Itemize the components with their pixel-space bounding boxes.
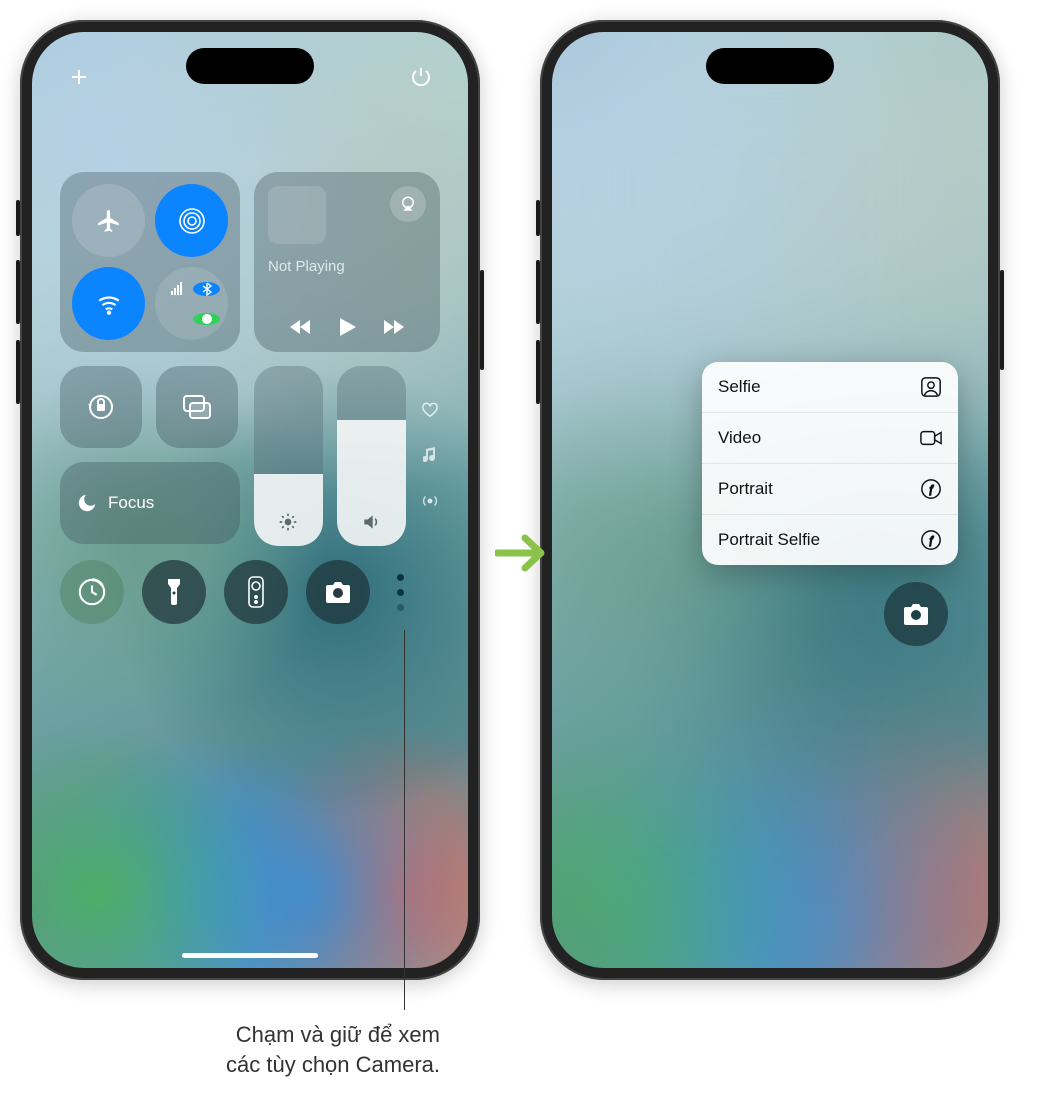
remote-button[interactable]: [224, 560, 288, 624]
connectivity-more[interactable]: [155, 267, 228, 340]
phone-left: Not Playing: [20, 20, 480, 980]
airplane-mode-toggle[interactable]: [72, 184, 145, 257]
media-artwork: [268, 186, 326, 244]
add-control-button[interactable]: [62, 60, 96, 94]
cellular-icon: [163, 282, 190, 296]
wifi-toggle[interactable]: [72, 267, 145, 340]
focus-button[interactable]: Focus: [60, 462, 240, 544]
media-panel[interactable]: Not Playing: [254, 172, 440, 352]
connectivity-panel[interactable]: [60, 172, 240, 352]
aperture-icon: f: [920, 529, 942, 551]
forward-button[interactable]: [382, 317, 406, 337]
menu-item-video[interactable]: Video: [702, 413, 958, 464]
camera-button-active[interactable]: [884, 582, 948, 646]
speaker-icon: [361, 512, 381, 532]
screen-mirroring-button[interactable]: [156, 366, 238, 448]
now-playing-label: Not Playing: [268, 258, 426, 275]
camera-context-menu: Selfie Video Portrait f: [702, 362, 958, 565]
menu-item-selfie[interactable]: Selfie: [702, 362, 958, 413]
hotspot-icon[interactable]: [421, 492, 439, 510]
heart-icon[interactable]: [421, 402, 439, 418]
power-button[interactable]: [404, 60, 438, 94]
arrow-icon: [495, 530, 551, 576]
dynamic-island: [706, 48, 834, 84]
phone-right: Selfie Video Portrait f: [540, 20, 1000, 980]
caption-text: Chạm và giữ để xem các tùy chọn Camera.: [80, 1020, 440, 1079]
menu-item-portrait[interactable]: Portrait f: [702, 464, 958, 515]
flashlight-button[interactable]: [142, 560, 206, 624]
focus-label: Focus: [108, 493, 154, 513]
callout-line: [404, 630, 405, 1010]
dynamic-island: [186, 48, 314, 84]
home-indicator[interactable]: [182, 953, 318, 958]
svg-text:f: f: [930, 536, 934, 547]
music-icon[interactable]: [423, 446, 437, 464]
airdrop-toggle[interactable]: [155, 184, 228, 257]
airplay-button[interactable]: [390, 186, 426, 222]
rewind-button[interactable]: [288, 317, 312, 337]
play-button[interactable]: [337, 316, 357, 338]
bluetooth-icon: [193, 282, 220, 296]
moon-icon: [76, 492, 98, 514]
aperture-icon: f: [920, 478, 942, 500]
svg-text:f: f: [930, 485, 934, 496]
satellite-icon: [193, 313, 220, 325]
page-indicator: [388, 560, 412, 624]
video-icon: [920, 427, 942, 449]
sun-icon: [278, 512, 298, 532]
person-crop-icon: [920, 376, 942, 398]
brightness-slider[interactable]: [254, 366, 323, 546]
volume-slider[interactable]: [337, 366, 406, 546]
menu-item-portrait-selfie[interactable]: Portrait Selfie f: [702, 515, 958, 565]
orientation-lock-button[interactable]: [60, 366, 142, 448]
timer-button[interactable]: [60, 560, 124, 624]
camera-button[interactable]: [306, 560, 370, 624]
side-shortcuts: [420, 366, 440, 546]
